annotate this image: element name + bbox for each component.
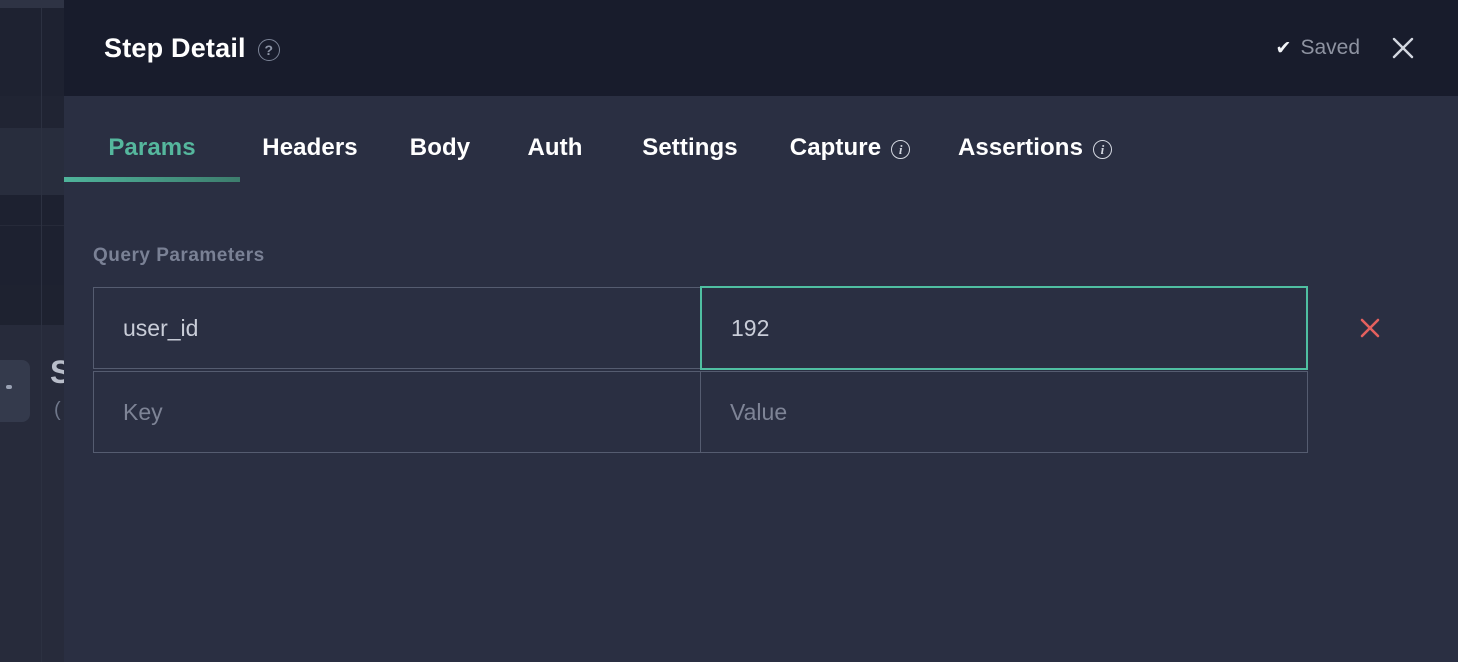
tab-body[interactable]: Body bbox=[380, 96, 500, 194]
close-button[interactable] bbox=[1386, 31, 1420, 65]
backdrop-column-divider bbox=[41, 8, 42, 662]
tab-settings[interactable]: Settings bbox=[610, 96, 770, 194]
close-icon bbox=[1358, 316, 1382, 340]
tab-headers[interactable]: Headers bbox=[240, 96, 380, 194]
backdrop-block bbox=[0, 8, 64, 96]
param-key-input[interactable]: Key bbox=[93, 371, 701, 453]
close-icon bbox=[1390, 35, 1416, 61]
tab-label: Headers bbox=[262, 134, 357, 162]
status-badge: ✔ Saved bbox=[1276, 36, 1360, 60]
tab-capture[interactable]: Capture i bbox=[770, 96, 930, 194]
param-value-input[interactable]: Value bbox=[700, 371, 1308, 453]
delete-parameter-button[interactable] bbox=[1340, 300, 1400, 356]
modal-header-left: Step Detail ? bbox=[104, 33, 280, 64]
save-status-label: Saved bbox=[1300, 36, 1360, 60]
question-circle-icon[interactable]: ? bbox=[258, 39, 280, 61]
param-key-input[interactable]: user_id bbox=[93, 287, 701, 369]
tab-label: Params bbox=[108, 134, 195, 162]
backdrop-selected-row bbox=[0, 195, 64, 285]
page-title: Step Detail bbox=[104, 33, 246, 64]
info-circle-icon[interactable]: i bbox=[891, 140, 910, 159]
tab-label: Body bbox=[410, 134, 470, 162]
section-label: Query Parameters bbox=[93, 245, 1458, 267]
params-panel: Query Parameters user_id192KeyValue bbox=[64, 194, 1458, 662]
tab-bar: ParamsHeadersBodyAuthSettingsCaptureiAss… bbox=[64, 96, 1458, 194]
check-icon: ✔ bbox=[1276, 39, 1292, 58]
tab-assertions[interactable]: Assertions i bbox=[930, 96, 1140, 194]
backdrop-block bbox=[0, 96, 64, 132]
backdrop-block bbox=[0, 285, 64, 325]
query-parameter-row: KeyValue bbox=[93, 370, 1458, 454]
tab-label: Capture bbox=[790, 134, 881, 162]
tab-params[interactable]: Params bbox=[64, 96, 240, 194]
query-parameters-list: user_id192KeyValue bbox=[93, 286, 1458, 454]
modal-header-right: ✔ Saved bbox=[1276, 31, 1434, 65]
backdrop-partial-subtext: ( bbox=[54, 400, 61, 420]
tab-label: Auth bbox=[527, 134, 582, 162]
tab-label: Settings bbox=[642, 134, 737, 162]
param-value-input[interactable]: 192 bbox=[700, 286, 1308, 370]
modal-header: Step Detail ? ✔ Saved bbox=[64, 0, 1458, 96]
tab-label: Assertions bbox=[958, 134, 1083, 162]
step-detail-modal: Step Detail ? ✔ Saved Params Headers Body A… bbox=[64, 0, 1458, 662]
query-parameter-row: user_id192 bbox=[93, 286, 1458, 370]
backdrop-chip bbox=[0, 360, 30, 422]
backdrop-divider bbox=[0, 225, 64, 226]
info-circle-icon[interactable]: i bbox=[1093, 140, 1112, 159]
backdrop-chip-dot bbox=[6, 385, 12, 389]
active-tab-underline bbox=[64, 177, 240, 182]
tab-auth[interactable]: Auth bbox=[500, 96, 610, 194]
backdrop-topbar bbox=[0, 0, 64, 8]
